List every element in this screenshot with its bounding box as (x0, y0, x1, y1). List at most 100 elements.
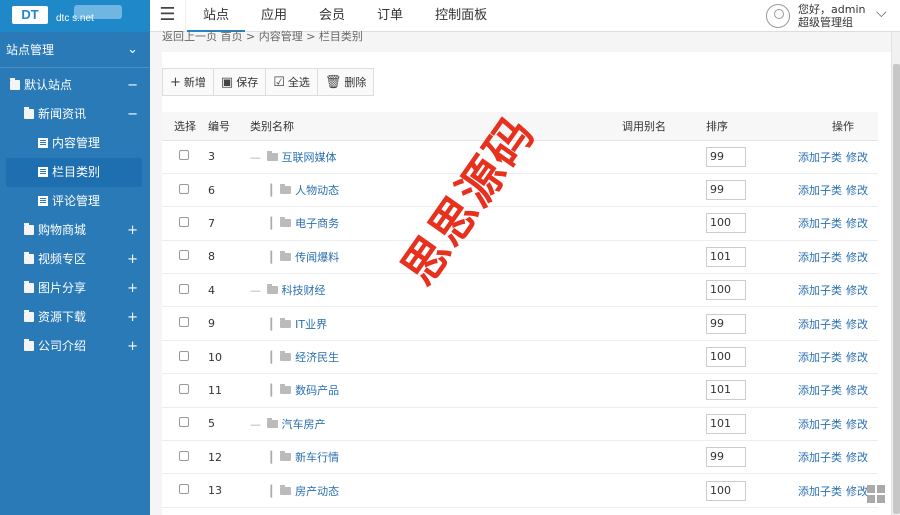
save-button[interactable]: ▣ 保存 (214, 69, 267, 95)
row-checkbox[interactable] (179, 350, 189, 361)
add-child-link[interactable]: 添加子类 (798, 284, 842, 297)
toolbar: + 新增 ▣ 保存 ☑ 全选 🗑 删除 (162, 68, 375, 96)
user-avatar-icon[interactable] (766, 4, 790, 28)
add-child-link[interactable]: 添加子类 (798, 418, 842, 431)
edit-link[interactable]: 修改 (846, 418, 868, 431)
edit-link[interactable]: 修改 (846, 217, 868, 230)
edit-link[interactable]: 修改 (846, 351, 868, 364)
sort-input[interactable]: 100 (706, 280, 746, 301)
add-child-link[interactable]: 添加子类 (798, 184, 842, 197)
folder-icon (280, 451, 292, 462)
add-child-link[interactable]: 添加子类 (798, 485, 842, 498)
add-child-link[interactable]: 添加子类 (798, 318, 842, 331)
sidebar-item-label: 默认站点 (24, 78, 73, 92)
row-checkbox[interactable] (179, 183, 189, 194)
row-alias (622, 306, 706, 341)
row-name[interactable]: 传闻爆料 (295, 251, 339, 264)
row-alias (622, 373, 706, 408)
sort-input[interactable]: 99 (706, 146, 746, 167)
add-child-link[interactable]: 添加子类 (798, 251, 842, 264)
row-checkbox[interactable] (179, 150, 189, 161)
sort-input[interactable]: 101 (706, 413, 746, 434)
row-name[interactable]: 人物动态 (295, 184, 339, 197)
delete-button[interactable]: 🗑 删除 (318, 69, 374, 95)
row-checkbox[interactable] (179, 484, 189, 495)
select-all-button[interactable]: ☑ 全选 (266, 69, 318, 95)
sidebar: 站点管理 ⌄ 默认站点 − 新闻资讯 − 内容管理 栏目类别 评论管理 购物商城… (0, 32, 150, 515)
edit-link[interactable]: 修改 (846, 451, 868, 464)
row-name[interactable]: 互联网媒体 (282, 151, 337, 164)
sort-input[interactable]: 100 (706, 347, 746, 368)
nav-control-panel[interactable]: 控制面板 (419, 0, 503, 32)
logo[interactable]: DT dtc s.net (0, 0, 150, 32)
save-icon: ▣ (220, 74, 234, 90)
sort-input[interactable]: 100 (706, 213, 746, 234)
sidebar-item-company[interactable]: 公司介绍 + (0, 332, 150, 361)
sidebar-item-label: 评论管理 (52, 194, 101, 208)
edit-link[interactable]: 修改 (846, 318, 868, 331)
folder-icon (24, 252, 34, 264)
row-name[interactable]: 电子商务 (295, 217, 339, 230)
sidebar-item-comments[interactable]: 评论管理 (0, 187, 150, 216)
delete-label: 删除 (344, 76, 367, 89)
sort-input[interactable]: 99 (706, 180, 746, 201)
header-sort: 排序 (706, 112, 784, 141)
edit-link[interactable]: 修改 (846, 485, 868, 498)
edit-link[interactable]: 修改 (846, 151, 868, 164)
sort-input[interactable]: 99 (706, 313, 746, 334)
edit-link[interactable]: 修改 (846, 251, 868, 264)
user-role: 超级管理组 (798, 16, 853, 29)
add-child-link[interactable]: 添加子类 (798, 351, 842, 364)
scrollbar-thumb[interactable] (893, 64, 900, 514)
row-checkbox[interactable] (179, 383, 189, 394)
row-checkbox[interactable] (179, 216, 189, 227)
add-child-link[interactable]: 添加子类 (798, 451, 842, 464)
row-checkbox[interactable] (179, 417, 189, 428)
sort-input[interactable]: 101 (706, 380, 746, 401)
sidebar-item-news[interactable]: 新闻资讯 − (0, 100, 150, 129)
row-id: 6 (208, 173, 250, 208)
sort-input[interactable]: 101 (706, 246, 746, 267)
add-child-link[interactable]: 添加子类 (798, 151, 842, 164)
edit-link[interactable]: 修改 (846, 384, 868, 397)
header-name: 类别名称 (250, 112, 622, 141)
header-select: 选择 (162, 112, 208, 141)
row-name[interactable]: 房产动态 (295, 485, 339, 498)
sidebar-item-default-site[interactable]: 默认站点 − (0, 71, 150, 100)
chevron-down-icon[interactable]: ⌵ (876, 5, 887, 21)
nav-orders[interactable]: 订单 (361, 0, 419, 32)
grid-icon[interactable] (867, 485, 885, 503)
sidebar-item-pictures[interactable]: 图片分享 + (0, 274, 150, 303)
edit-link[interactable]: 修改 (846, 284, 868, 297)
breadcrumb[interactable]: 返回上一页 首页 > 内容管理 > 栏目类别 (162, 28, 363, 42)
row-checkbox[interactable] (179, 283, 189, 294)
row-name[interactable]: IT业界 (295, 318, 327, 331)
sidebar-item-category[interactable]: 栏目类别 (6, 158, 142, 187)
tree-line: ┃ (268, 484, 279, 498)
edit-link[interactable]: 修改 (846, 184, 868, 197)
page-scrollbar[interactable] (891, 32, 900, 515)
row-alias (622, 440, 706, 475)
sidebar-item-shop[interactable]: 购物商城 + (0, 216, 150, 245)
sidebar-item-downloads[interactable]: 资源下载 + (0, 303, 150, 332)
sidebar-title[interactable]: 站点管理 ⌄ (0, 32, 150, 68)
sidebar-item-video[interactable]: 视频专区 + (0, 245, 150, 274)
sidebar-item-content-manage[interactable]: 内容管理 (0, 129, 150, 158)
user-info[interactable]: 您好，admin 超级管理组 (798, 3, 865, 29)
row-id: 13 (208, 473, 250, 508)
row-name[interactable]: 经济民生 (295, 351, 339, 364)
row-name[interactable]: 新车行情 (295, 451, 339, 464)
row-checkbox[interactable] (179, 317, 189, 328)
row-id: 7 (208, 206, 250, 241)
sort-input[interactable]: 99 (706, 447, 746, 468)
document-icon (38, 167, 48, 177)
add-child-link[interactable]: 添加子类 (798, 384, 842, 397)
add-child-link[interactable]: 添加子类 (798, 217, 842, 230)
sort-input[interactable]: 100 (706, 480, 746, 501)
row-checkbox[interactable] (179, 250, 189, 261)
row-name[interactable]: 数码产品 (295, 384, 339, 397)
row-name[interactable]: 科技财经 (282, 284, 326, 297)
add-button[interactable]: + 新增 (163, 69, 214, 95)
row-name[interactable]: 汽车房产 (282, 418, 326, 431)
row-checkbox[interactable] (179, 450, 189, 461)
